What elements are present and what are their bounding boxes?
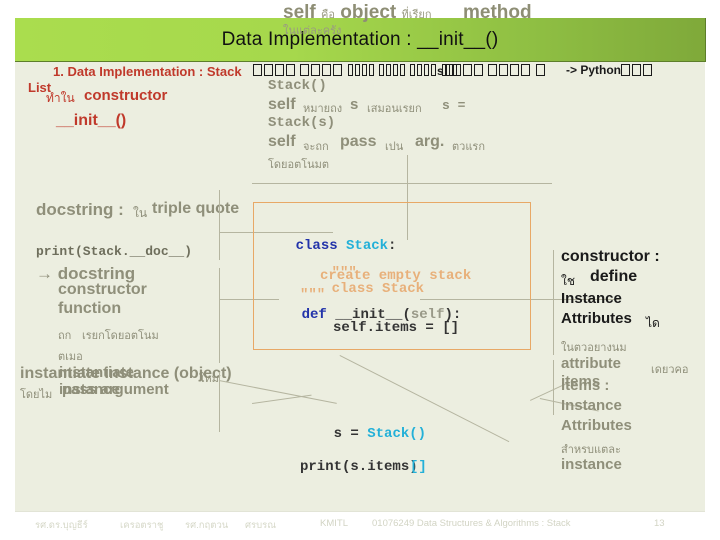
right-instance-word: Instance xyxy=(561,290,622,307)
footer-org: KMITL xyxy=(320,518,348,529)
right-define-word: define xyxy=(590,268,638,285)
mid-self-word-2: self xyxy=(268,133,296,150)
footer-author-3: รศ.กฤตวน xyxy=(185,520,229,531)
mid-thai-doiauto: โดยอตโนมต xyxy=(268,159,330,171)
mid-s-letter: s xyxy=(350,96,359,113)
connector-vertical-left-1 xyxy=(219,190,220,260)
mid-arg-word: arg. xyxy=(415,133,445,150)
mid-s-equals: s = xyxy=(442,98,466,113)
right-attribute-word: attribute xyxy=(561,355,621,372)
code-keyword-def: def xyxy=(301,307,327,323)
code-print-items: print(s.items) xyxy=(300,459,418,475)
bullet-inline-s: s xyxy=(437,64,444,78)
right-instance-word-3: instance xyxy=(561,456,622,473)
left-init-label: __init__() xyxy=(56,112,127,129)
right-thai-diaokhue: เดยวคอ xyxy=(651,364,689,376)
mid-self-word: self xyxy=(268,96,296,113)
footer-author-2: เครอตราชู xyxy=(120,520,164,531)
code-print-result: [] xyxy=(410,459,427,475)
bullet-thai-tofu-run2 xyxy=(444,64,546,78)
right-attributes-word-2: Attributes xyxy=(561,417,632,434)
code-self-items-assign: self.items = [] xyxy=(333,320,460,336)
mid-thai-jathuk: จะถก xyxy=(303,141,329,153)
footer-author-1: รศ.ดร.บุญธีร์ xyxy=(35,520,88,531)
triple-quote-label: triple quote xyxy=(152,200,240,217)
right-thai-naituayang: ในตวอยางนม xyxy=(561,342,627,354)
bullet-arrow-python: -> Python xyxy=(566,63,622,77)
mid-thai-pen: เปน xyxy=(385,141,404,153)
slide-footer: รศ.ดร.บุญธีร์ เครอตราชู รศ.กฤตวน ศรบรณ K… xyxy=(0,515,720,535)
mid-pass-word: pass xyxy=(340,133,377,150)
page-title: Data Implementation : __init__() xyxy=(221,28,499,50)
right-attributes-word: Attributes xyxy=(561,310,632,327)
pass-argument-label: pass argument xyxy=(62,381,169,398)
thai-tameo: ตเมอ xyxy=(58,351,83,363)
constructor-fn-line2: function xyxy=(58,300,122,317)
thai-thuk: ถก xyxy=(58,330,72,342)
connector-vertical-left-2 xyxy=(219,268,220,363)
mid-thai-samernraek: เสมอนเรยก xyxy=(367,103,422,115)
footer-author-4: ศรบรณ xyxy=(245,520,277,531)
slide-header-band: Data Implementation : __init__() xyxy=(15,18,706,62)
thai-doimai: โดยไม xyxy=(20,389,53,401)
divider-line-top xyxy=(252,183,552,184)
connector-vertical-right xyxy=(553,250,554,355)
mid-line-stack-s: Stack(s) xyxy=(268,115,336,131)
thai-riak-doi-auto: เรยกโดยอตโนม xyxy=(82,330,159,342)
mid-line-stack-call: Stack() xyxy=(268,78,327,94)
constructor-fn-line1: constructor xyxy=(58,281,147,298)
mid-thai-tuaraek: ตวแรก xyxy=(452,141,485,153)
slide-root: Data Implementation : __init__() self คื… xyxy=(0,0,720,540)
footer-divider xyxy=(15,511,705,512)
print-doc-call: print(Stack.__doc__) xyxy=(36,244,193,259)
instantiate-overlay-b: instantiate xyxy=(59,364,135,381)
code-s-equals: s = xyxy=(333,426,359,442)
thai-mai: ใหม xyxy=(199,373,219,385)
bullet-heading: 1. Data Implementation : Stack xyxy=(53,64,242,79)
left-constructor-label: constructor xyxy=(84,87,168,104)
right-items-label: items : xyxy=(561,377,610,394)
footer-page-number: 13 xyxy=(654,518,665,529)
footer-course: 01076249 Data Structures & Algorithms : … xyxy=(372,518,571,529)
bullet-thai-tofu-run3 xyxy=(620,64,653,78)
right-instance-word-2: Instance xyxy=(561,397,622,414)
code-docstring-text-2: create empty stack xyxy=(320,268,472,284)
right-thai-dai: ได xyxy=(646,316,660,330)
bullet-thai-tofu-run xyxy=(252,64,462,78)
docstring-thai-nai: ใน xyxy=(133,206,148,220)
left-thai-tamnai: ทำใน xyxy=(46,91,75,105)
docstring-label: docstring : xyxy=(36,200,124,219)
arrow-right-icon: → xyxy=(36,264,53,283)
right-constructor-label: constructor : xyxy=(561,248,660,265)
right-thai-chai: ใช xyxy=(561,274,576,288)
code-line-s-assign: s = Stack() xyxy=(300,410,426,458)
code-stack-call: Stack() xyxy=(367,426,427,442)
